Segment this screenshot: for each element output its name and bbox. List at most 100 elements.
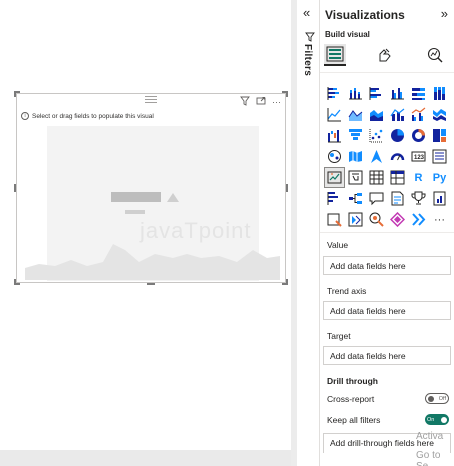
toggle-knob bbox=[441, 416, 447, 423]
visual-hint-text: Select or drag fields to populate this v… bbox=[32, 112, 154, 120]
key-influencers-icon[interactable] bbox=[325, 189, 344, 208]
funnel-icon[interactable] bbox=[346, 126, 365, 145]
azure-map-icon[interactable] bbox=[367, 147, 386, 166]
drag-grip-icon[interactable] bbox=[145, 96, 157, 103]
pane-mode-tabs bbox=[324, 44, 452, 66]
placeholder-triangle bbox=[167, 193, 179, 202]
value-well-label: Value bbox=[327, 240, 349, 250]
pane-title: Visualizations bbox=[325, 8, 405, 22]
format-visual-icon bbox=[379, 48, 391, 62]
r-visual-icon[interactable]: R bbox=[409, 168, 428, 187]
svg-text:123: 123 bbox=[414, 155, 425, 161]
keep-filters-label: Keep all filters bbox=[327, 414, 381, 425]
100-stacked-column-icon[interactable] bbox=[430, 84, 449, 103]
target-well-dropzone[interactable]: Add data fields here bbox=[323, 346, 451, 365]
resize-handle-tl-v[interactable] bbox=[14, 91, 16, 97]
stacked-column-icon[interactable] bbox=[346, 84, 365, 103]
gauge-icon[interactable] bbox=[388, 147, 407, 166]
filters-pane-collapsed[interactable]: « Filters bbox=[291, 0, 319, 466]
pie-icon[interactable] bbox=[388, 126, 407, 145]
cross-report-toggle[interactable]: Off bbox=[425, 393, 449, 404]
analytics-tab[interactable] bbox=[424, 44, 446, 66]
cross-report-label: Cross-report bbox=[327, 393, 375, 404]
trophy-icon[interactable] bbox=[409, 189, 428, 208]
resize-handle-bottom[interactable] bbox=[147, 283, 155, 285]
more-icon[interactable]: ··· bbox=[430, 210, 449, 229]
smart-narrative-icon[interactable] bbox=[388, 189, 407, 208]
multi-row-card-icon[interactable] bbox=[430, 147, 449, 166]
focus-mode-icon[interactable] bbox=[256, 96, 266, 108]
build-visual-icon bbox=[326, 46, 344, 62]
visual-type-gallery: 123 R Py ··· bbox=[324, 84, 451, 231]
visual-toolbar: ··· bbox=[240, 96, 281, 108]
line-chart-icon[interactable] bbox=[325, 105, 344, 124]
matrix-icon[interactable] bbox=[388, 168, 407, 187]
chevrons-icon[interactable] bbox=[409, 210, 428, 229]
diamond-icon[interactable] bbox=[388, 210, 407, 229]
more-options-icon[interactable]: ··· bbox=[272, 97, 281, 107]
placeholder-area-chart bbox=[25, 244, 280, 280]
scatter-icon[interactable] bbox=[367, 126, 386, 145]
line-stacked-column-icon[interactable] bbox=[388, 105, 407, 124]
report-canvas[interactable]: ··· i Select or drag fields to populate … bbox=[0, 0, 291, 466]
slicer-icon[interactable] bbox=[346, 168, 365, 187]
build-visual-label: Build visual bbox=[325, 30, 370, 39]
format-visual-tab[interactable] bbox=[374, 44, 396, 66]
100-stacked-bar-icon[interactable] bbox=[409, 84, 428, 103]
kpi-visual-placeholder[interactable]: ··· i Select or drag fields to populate … bbox=[14, 91, 288, 285]
trend-axis-well-label: Trend axis bbox=[327, 286, 367, 296]
stacked-bar-icon[interactable] bbox=[325, 84, 344, 103]
card-icon[interactable]: 123 bbox=[409, 147, 428, 166]
donut-icon[interactable] bbox=[409, 126, 428, 145]
area-chart-icon[interactable] bbox=[346, 105, 365, 124]
clustered-bar-icon[interactable] bbox=[367, 84, 386, 103]
line-clustered-column-icon[interactable] bbox=[409, 105, 428, 124]
paginated-report-icon[interactable] bbox=[430, 189, 449, 208]
treemap-icon[interactable] bbox=[430, 126, 449, 145]
drill-through-title: Drill through bbox=[327, 376, 378, 386]
decomposition-tree-icon[interactable] bbox=[346, 189, 365, 208]
resize-handle-left[interactable] bbox=[14, 184, 16, 192]
qa-icon[interactable] bbox=[367, 189, 386, 208]
visualizations-pane: Visualizations » Build visual 123 R Py ·… bbox=[319, 0, 454, 466]
table-icon[interactable] bbox=[367, 168, 386, 187]
keep-filters-toggle[interactable]: On bbox=[425, 414, 449, 425]
info-icon: i bbox=[21, 112, 29, 120]
target-well-label: Target bbox=[327, 331, 351, 341]
filters-label[interactable]: Filters bbox=[302, 44, 313, 76]
stacked-area-icon[interactable] bbox=[367, 105, 386, 124]
power-automate-icon[interactable] bbox=[346, 210, 365, 229]
value-well-dropzone[interactable]: Add data fields here bbox=[323, 256, 451, 275]
visual-hint: i Select or drag fields to populate this… bbox=[21, 112, 154, 120]
keep-filters-row: Keep all filters On bbox=[327, 414, 449, 425]
activate-windows-line2: Go to Se bbox=[416, 450, 441, 466]
cross-report-row: Cross-report Off bbox=[327, 393, 449, 404]
analytics-icon bbox=[427, 47, 443, 63]
resize-handle-bl-v[interactable] bbox=[14, 279, 16, 285]
kpi-icon[interactable] bbox=[324, 167, 345, 188]
clustered-column-icon[interactable] bbox=[388, 84, 407, 103]
resize-handle-br-v[interactable] bbox=[286, 279, 288, 285]
waterfall-icon[interactable] bbox=[325, 126, 344, 145]
resize-handle-tr-v[interactable] bbox=[286, 91, 288, 97]
map-icon[interactable] bbox=[325, 147, 344, 166]
expand-right-icon[interactable]: » bbox=[441, 6, 448, 21]
page-tabs-bar bbox=[0, 450, 291, 466]
divider bbox=[320, 72, 454, 73]
python-visual-icon[interactable]: Py bbox=[430, 168, 449, 187]
trend-axis-well-dropzone[interactable]: Add data fields here bbox=[323, 301, 451, 320]
power-apps-icon[interactable] bbox=[325, 210, 344, 229]
toggle-knob bbox=[428, 395, 434, 402]
collapse-left-icon[interactable]: « bbox=[303, 5, 310, 20]
toggle-state: On bbox=[427, 416, 435, 423]
activate-windows-line1: Activa bbox=[416, 431, 444, 442]
placeholder-sub-bar bbox=[125, 210, 145, 214]
filled-map-icon[interactable] bbox=[346, 147, 365, 166]
placeholder-value-bar bbox=[111, 192, 161, 202]
arcgis-icon[interactable] bbox=[367, 210, 386, 229]
ribbon-chart-icon[interactable] bbox=[430, 105, 449, 124]
toggle-state: Off bbox=[438, 395, 446, 402]
resize-handle-right[interactable] bbox=[286, 184, 288, 192]
filter-icon[interactable] bbox=[240, 96, 250, 108]
build-visual-tab[interactable] bbox=[324, 44, 346, 66]
